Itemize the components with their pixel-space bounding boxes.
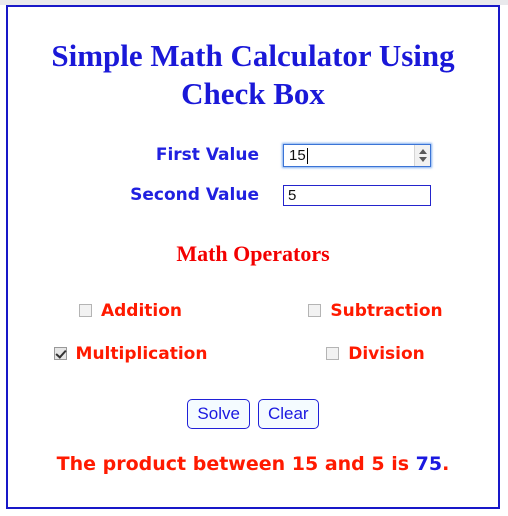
calculator-page-frame: Simple Math Calculator Using Check Box F… <box>6 5 500 509</box>
first-value-text: 15 <box>289 146 306 164</box>
stepper-up-icon[interactable] <box>418 148 427 154</box>
solve-button[interactable]: Solve <box>187 399 250 429</box>
result-suffix: . <box>442 453 450 475</box>
division-checkbox-box[interactable] <box>326 347 340 360</box>
operator-row-1: Addition Subtraction <box>8 289 498 332</box>
addition-label: Addition <box>100 300 183 321</box>
math-operators-heading: Math Operators <box>176 241 330 266</box>
page-title: Simple Math Calculator Using Check Box <box>8 7 498 113</box>
second-value-row: Second Value <box>8 175 498 215</box>
text-caret <box>307 147 308 164</box>
first-value-row: First Value 15 <box>8 135 498 175</box>
first-value-control: 15 <box>283 143 498 167</box>
multiplication-label: Multiplication <box>75 343 208 364</box>
value-fields: First Value 15 Second Value <box>8 135 498 215</box>
operator-checkbox-grid: Addition Subtraction Multiplication Divi… <box>8 289 498 375</box>
checkbox-multiplication[interactable]: Multiplication <box>8 344 253 364</box>
first-value-stepper[interactable] <box>414 144 430 166</box>
checkbox-division[interactable]: Division <box>253 344 498 364</box>
result-message: The product between 15 and 5 is 75. <box>8 453 498 475</box>
subtraction-label: Subtraction <box>330 300 443 321</box>
result-prefix: The product between 15 and 5 is <box>56 453 416 475</box>
clear-button[interactable]: Clear <box>257 399 319 429</box>
checkbox-subtraction[interactable]: Subtraction <box>253 301 498 321</box>
operator-row-2: Multiplication Division <box>8 332 498 375</box>
second-value-control <box>283 184 498 206</box>
page-title-line-2: Check Box <box>181 76 325 111</box>
addition-checkbox-box[interactable] <box>78 304 92 317</box>
second-value-input[interactable] <box>283 184 431 206</box>
result-answer: 75 <box>415 453 443 475</box>
checkbox-addition[interactable]: Addition <box>8 301 253 321</box>
page-title-line-1: Simple Math Calculator Using <box>51 38 455 73</box>
action-buttons: Solve Clear <box>8 399 498 429</box>
subtraction-checkbox-box[interactable] <box>308 304 322 317</box>
first-value-label: First Value <box>155 145 259 165</box>
stepper-down-icon[interactable] <box>418 156 427 162</box>
multiplication-checkbox-box[interactable] <box>53 347 67 360</box>
second-value-label: Second Value <box>130 185 259 205</box>
division-label: Division <box>348 343 425 364</box>
first-value-input[interactable]: 15 <box>283 143 431 167</box>
